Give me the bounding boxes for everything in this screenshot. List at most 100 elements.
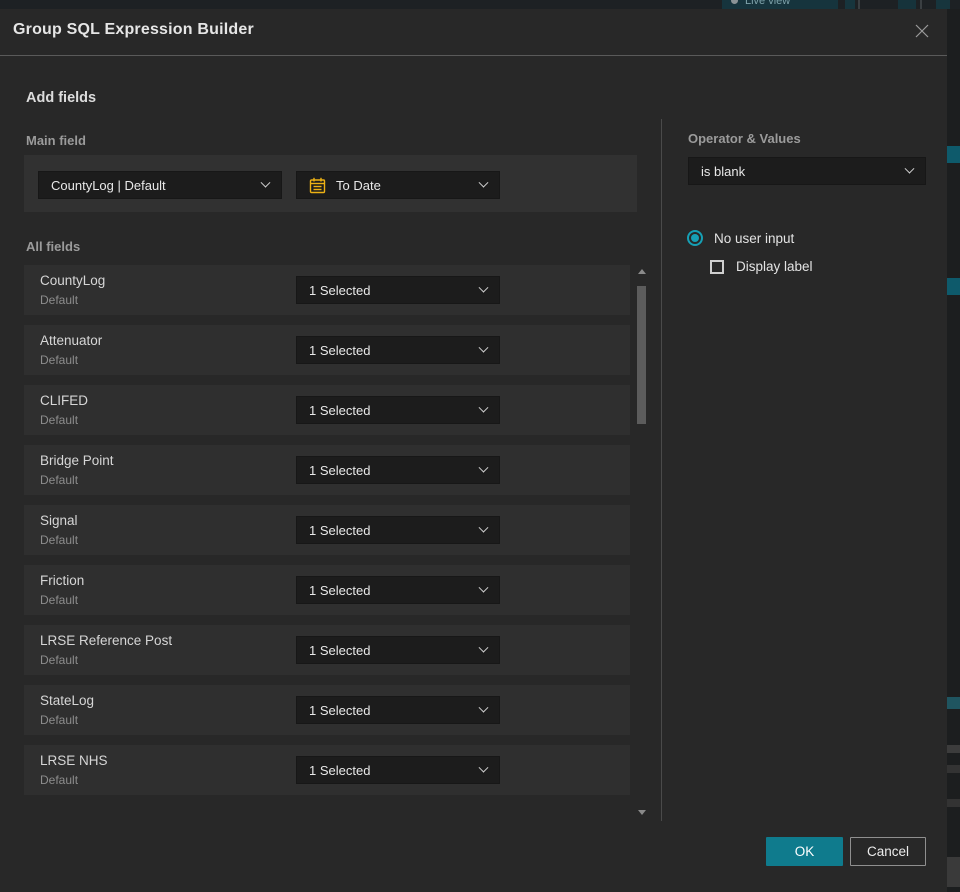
field-selected-value: 1 Selected [309, 582, 371, 598]
field-selected-value: 1 Selected [309, 282, 371, 298]
field-selected-dropdown[interactable]: 1 Selected [296, 336, 500, 364]
group-sql-expression-builder-dialog: Group SQL Expression Builder Add fields … [0, 9, 947, 892]
field-subtitle: Default [40, 713, 79, 727]
background-app-toolbar: Live view [0, 0, 960, 9]
add-fields-heading: Add fields [26, 90, 97, 106]
field-row: LRSE Reference Post Default 1 Selected [24, 625, 630, 675]
checkbox-icon [710, 259, 724, 274]
field-subtitle: Default [40, 773, 79, 787]
field-name: CLIFED [40, 393, 89, 408]
field-selected-dropdown[interactable]: 1 Selected [296, 456, 500, 484]
dialog-title: Group SQL Expression Builder [13, 21, 254, 38]
field-selected-dropdown[interactable]: 1 Selected [296, 756, 500, 784]
toolbar-fragment [936, 0, 950, 9]
chevron-down-icon [478, 702, 489, 713]
field-selected-value: 1 Selected [309, 522, 371, 538]
edge-fragment [947, 765, 960, 773]
edge-fragment [947, 799, 960, 807]
live-view-dot-icon [731, 0, 738, 4]
field-row: CountyLog Default 1 Selected [24, 265, 630, 315]
field-name: LRSE Reference Post [40, 633, 173, 648]
field-selected-value: 1 Selected [309, 402, 371, 418]
toolbar-fragment [845, 0, 855, 9]
main-field-select-value: CountyLog | Default [51, 177, 166, 193]
toolbar-divider [858, 0, 860, 9]
field-selected-dropdown[interactable]: 1 Selected [296, 276, 500, 304]
chevron-down-icon [478, 402, 489, 413]
chevron-down-icon [478, 642, 489, 653]
main-field-label: Main field [26, 133, 86, 148]
field-selected-value: 1 Selected [309, 702, 371, 718]
field-row: CLIFED Default 1 Selected [24, 385, 630, 435]
chevron-down-icon [478, 282, 489, 293]
scroll-up-icon[interactable] [638, 269, 646, 274]
field-selected-dropdown[interactable]: 1 Selected [296, 576, 500, 604]
chevron-down-icon [260, 177, 271, 188]
field-selected-dropdown[interactable]: 1 Selected [296, 516, 500, 544]
display-label-label: Display label [736, 259, 813, 274]
main-field-date-select[interactable]: To Date [296, 171, 500, 199]
field-row: StateLog Default 1 Selected [24, 685, 630, 735]
no-user-input-label: No user input [714, 230, 795, 246]
toolbar-fragment [898, 0, 916, 9]
field-selected-dropdown[interactable]: 1 Selected [296, 396, 500, 424]
display-label-checkbox[interactable]: Display label [710, 259, 813, 274]
field-name: Friction [40, 573, 85, 588]
field-row: Signal Default 1 Selected [24, 505, 630, 555]
chevron-down-icon [478, 762, 489, 773]
operator-values-label: Operator & Values [688, 131, 801, 146]
chevron-down-icon [478, 342, 489, 353]
main-field-select[interactable]: CountyLog | Default [38, 171, 282, 199]
field-selected-value: 1 Selected [309, 462, 371, 478]
field-row: Bridge Point Default 1 Selected [24, 445, 630, 495]
field-row: Attenuator Default 1 Selected [24, 325, 630, 375]
operator-select[interactable]: is blank [688, 157, 926, 185]
field-name: StateLog [40, 693, 95, 708]
field-subtitle: Default [40, 413, 79, 427]
field-list-scrollbar[interactable] [635, 265, 648, 819]
operator-select-value: is blank [701, 163, 746, 179]
edge-fragment [947, 146, 960, 163]
field-subtitle: Default [40, 593, 79, 607]
field-subtitle: Default [40, 353, 79, 367]
ok-button[interactable]: OK [766, 837, 843, 866]
field-subtitle: Default [40, 653, 79, 667]
live-view-button[interactable]: Live view [722, 0, 838, 9]
field-selected-dropdown[interactable]: 1 Selected [296, 696, 500, 724]
field-subtitle: Default [40, 533, 79, 547]
field-selected-value: 1 Selected [309, 342, 371, 358]
live-view-label: Live view [745, 0, 791, 7]
close-icon[interactable] [911, 20, 933, 42]
radio-icon [687, 230, 703, 246]
dialog-header: Group SQL Expression Builder [0, 9, 947, 56]
field-row: LRSE NHS Default 1 Selected [24, 745, 630, 795]
background-app-edge [947, 9, 960, 892]
field-selected-dropdown[interactable]: 1 Selected [296, 636, 500, 664]
no-user-input-radio[interactable]: No user input [687, 230, 794, 246]
field-subtitle: Default [40, 293, 79, 307]
edge-fragment [947, 745, 960, 753]
field-name: LRSE NHS [40, 753, 108, 768]
edge-fragment [947, 278, 960, 295]
edge-fragment [947, 857, 960, 887]
main-field-panel: CountyLog | Default To Date [24, 155, 637, 212]
scrollbar-thumb[interactable] [637, 286, 646, 424]
field-subtitle: Default [40, 473, 79, 487]
field-selected-value: 1 Selected [309, 642, 371, 658]
chevron-down-icon [904, 163, 915, 174]
field-name: Signal [40, 513, 78, 528]
field-name: Bridge Point [40, 453, 114, 468]
toolbar-divider [920, 0, 922, 9]
panel-divider [661, 119, 662, 821]
date-select-value: To Date [336, 177, 381, 193]
chevron-down-icon [478, 582, 489, 593]
all-fields-label: All fields [26, 239, 81, 254]
edge-fragment [947, 697, 960, 709]
chevron-down-icon [478, 522, 489, 533]
chevron-down-icon [478, 177, 489, 188]
field-name: CountyLog [40, 273, 106, 288]
field-selected-value: 1 Selected [309, 762, 371, 778]
cancel-button[interactable]: Cancel [850, 837, 926, 866]
field-name: Attenuator [40, 333, 103, 348]
scroll-down-icon[interactable] [638, 810, 646, 815]
